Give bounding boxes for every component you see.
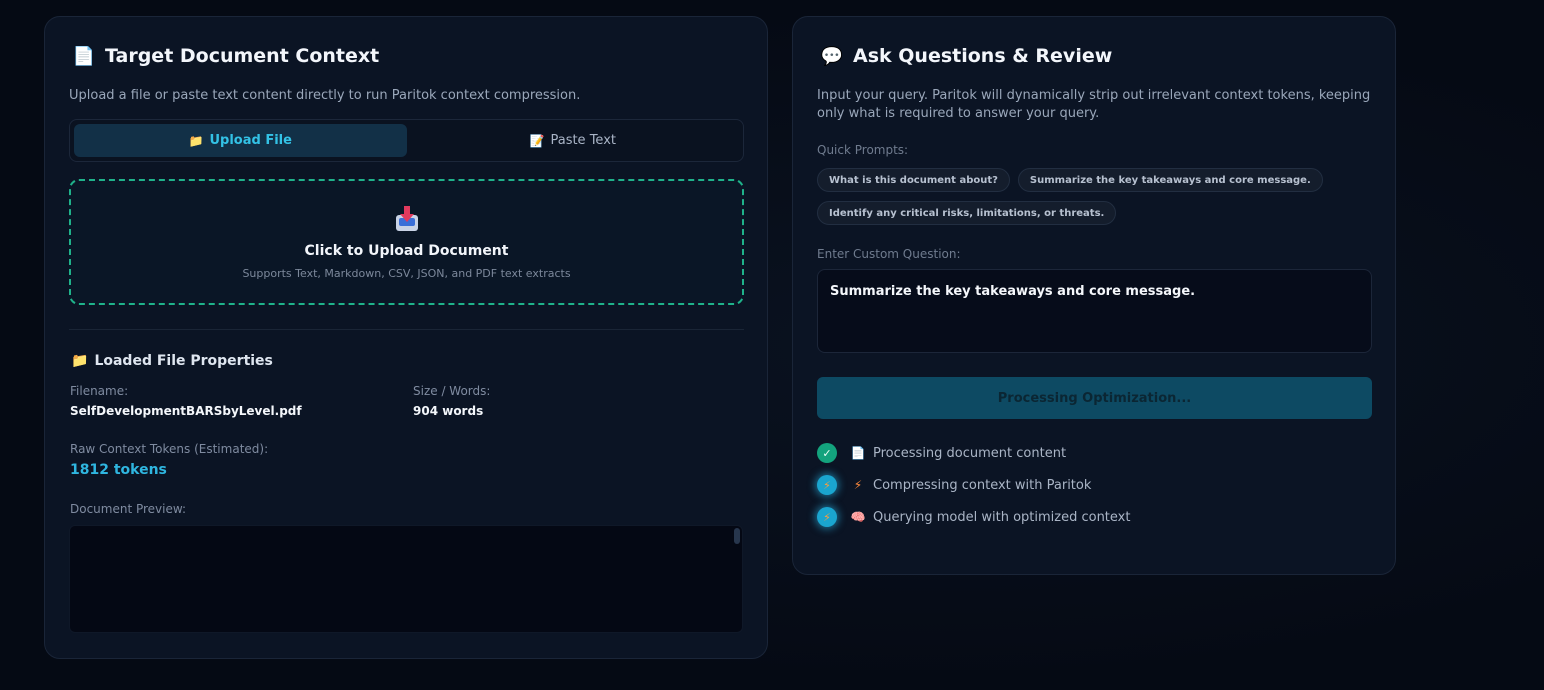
ask-questions-description: Input your query. Paritok will dynamical… — [817, 88, 1371, 121]
tab-paste-text[interactable]: 📝 Paste Text — [407, 124, 740, 157]
document-preview[interactable] — [69, 525, 743, 633]
quick-prompts: What is this document about? Summarize t… — [817, 168, 1377, 225]
ask-questions-title: 💬 Ask Questions & Review — [820, 45, 1113, 67]
quick-prompt-chip[interactable]: Identify any critical risks, limitations… — [817, 201, 1117, 225]
folder-icon: 📁 — [71, 353, 89, 369]
page-icon: 📄 — [850, 446, 866, 460]
step-processing-document: ✓ 📄 Processing document content — [817, 442, 1130, 464]
lightning-status-icon: ⚡ — [817, 475, 837, 495]
loaded-file-properties-title: 📁 Loaded File Properties — [71, 353, 273, 369]
lightning-status-icon: ⚡ — [817, 507, 837, 527]
target-document-title: 📄 Target Document Context — [72, 45, 380, 67]
ask-questions-card: 💬 Ask Questions & Review Input your quer… — [792, 16, 1396, 575]
tab-upload-file[interactable]: 📁 Upload File — [74, 124, 407, 157]
target-document-description: Upload a file or paste text content dire… — [69, 88, 581, 103]
page-icon: 📄 — [72, 45, 96, 67]
memo-icon: 📝 — [529, 133, 545, 148]
size-label: Size / Words: — [413, 384, 491, 398]
checkmark-icon: ✓ — [817, 443, 837, 463]
quick-prompt-chip[interactable]: What is this document about? — [817, 168, 1010, 192]
upload-dropzone[interactable]: Click to Upload Document Supports Text, … — [69, 179, 744, 305]
filename-label: Filename: — [70, 384, 129, 398]
custom-question-input[interactable]: Summarize the key takeaways and core mes… — [817, 269, 1372, 353]
processing-optimization-button[interactable]: Processing Optimization... — [817, 377, 1372, 419]
inbox-tray-icon — [395, 205, 418, 231]
quick-prompts-label: Quick Prompts: — [817, 143, 909, 157]
progress-steps: ✓ 📄 Processing document content ⚡ ⚡ Comp… — [817, 442, 1130, 538]
tokens-label: Raw Context Tokens (Estimated): — [70, 442, 269, 456]
preview-scrollbar[interactable] — [734, 528, 740, 544]
target-document-card: 📄 Target Document Context Upload a file … — [44, 16, 768, 659]
dropzone-subtitle: Supports Text, Markdown, CSV, JSON, and … — [242, 266, 571, 280]
document-preview-label: Document Preview: — [70, 502, 187, 516]
step-compressing-context: ⚡ ⚡ Compressing context with Paritok — [817, 474, 1130, 496]
quick-prompt-chip[interactable]: Summarize the key takeaways and core mes… — [1017, 168, 1323, 192]
step-querying-model: ⚡ 🧠 Querying model with optimized contex… — [817, 506, 1130, 528]
lightning-icon: ⚡ — [853, 478, 863, 492]
folder-icon: 📁 — [188, 133, 204, 148]
brain-icon: 🧠 — [850, 510, 866, 524]
speech-bubble-icon: 💬 — [820, 45, 844, 67]
section-divider — [69, 329, 744, 330]
size-value: 904 words — [413, 404, 484, 418]
dropzone-title: Click to Upload Document — [304, 242, 509, 259]
source-tabs: 📁 Upload File 📝 Paste Text — [69, 119, 744, 162]
custom-question-label: Enter Custom Question: — [817, 247, 961, 261]
tokens-value: 1812 tokens — [70, 462, 167, 478]
filename-value: SelfDevelopmentBARSbyLevel.pdf — [70, 404, 302, 418]
